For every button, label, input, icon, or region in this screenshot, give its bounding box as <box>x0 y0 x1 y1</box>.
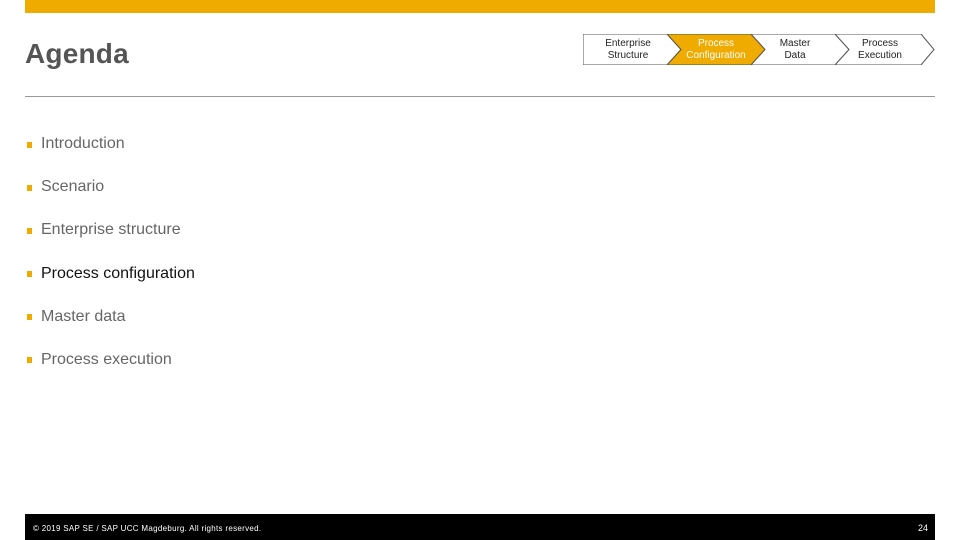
agenda-item-label: Scenario <box>41 178 105 196</box>
agenda-item-label: Enterprise structure <box>41 221 181 239</box>
slide-footer: © 2019 SAP SE / SAP UCC Magdeburg. All r… <box>25 514 935 540</box>
bullet-icon <box>27 314 32 321</box>
top-accent-bar <box>25 0 935 13</box>
step-line-2: Data <box>784 50 806 61</box>
step-line-1: Enterprise <box>605 38 651 49</box>
agenda-item-master-data: Master data <box>27 307 195 327</box>
step-process-configuration: Process Configuration <box>675 38 757 62</box>
agenda-item-label: Introduction <box>41 135 125 152</box>
bullet-icon <box>27 141 32 148</box>
step-line-1: Master <box>779 38 811 49</box>
agenda-item-process-execution: Process execution <box>27 350 195 370</box>
step-line-1: Process <box>697 38 735 49</box>
bullet-icon <box>27 184 32 191</box>
agenda-item-process-configuration: Process configuration <box>27 264 195 284</box>
copyright-text: © 2019 SAP SE / SAP UCC Magdeburg. All r… <box>33 524 262 533</box>
bullet-icon <box>27 227 32 234</box>
agenda-item-enterprise-structure: Enterprise structure <box>27 220 195 240</box>
agenda-item-label: Process execution <box>41 350 172 368</box>
step-process-execution: Process Execution <box>845 38 915 62</box>
page-number: 24 <box>917 523 928 533</box>
agenda-item-label: Master data <box>41 307 126 325</box>
agenda-item-label: Process configuration <box>41 264 195 282</box>
agenda-item-introduction: Introduction <box>27 134 195 154</box>
step-master-data: Master Data <box>763 38 827 62</box>
agenda-item-scenario: Scenario <box>27 177 195 197</box>
bullet-icon <box>27 271 32 278</box>
header-divider <box>25 96 935 97</box>
step-enterprise-structure: Enterprise Structure <box>585 38 671 62</box>
agenda-list: Introduction Scenario Enterprise structu… <box>27 134 195 393</box>
step-line-1: Process <box>861 38 899 49</box>
bullet-icon <box>27 357 32 364</box>
step-line-2: Execution <box>858 50 902 61</box>
step-line-2: Structure <box>607 50 649 61</box>
process-progress-nav: Enterprise Structure Process Configurati… <box>583 34 935 65</box>
step-line-2: Configuration <box>686 50 746 61</box>
slide-title: Agenda <box>25 38 129 69</box>
